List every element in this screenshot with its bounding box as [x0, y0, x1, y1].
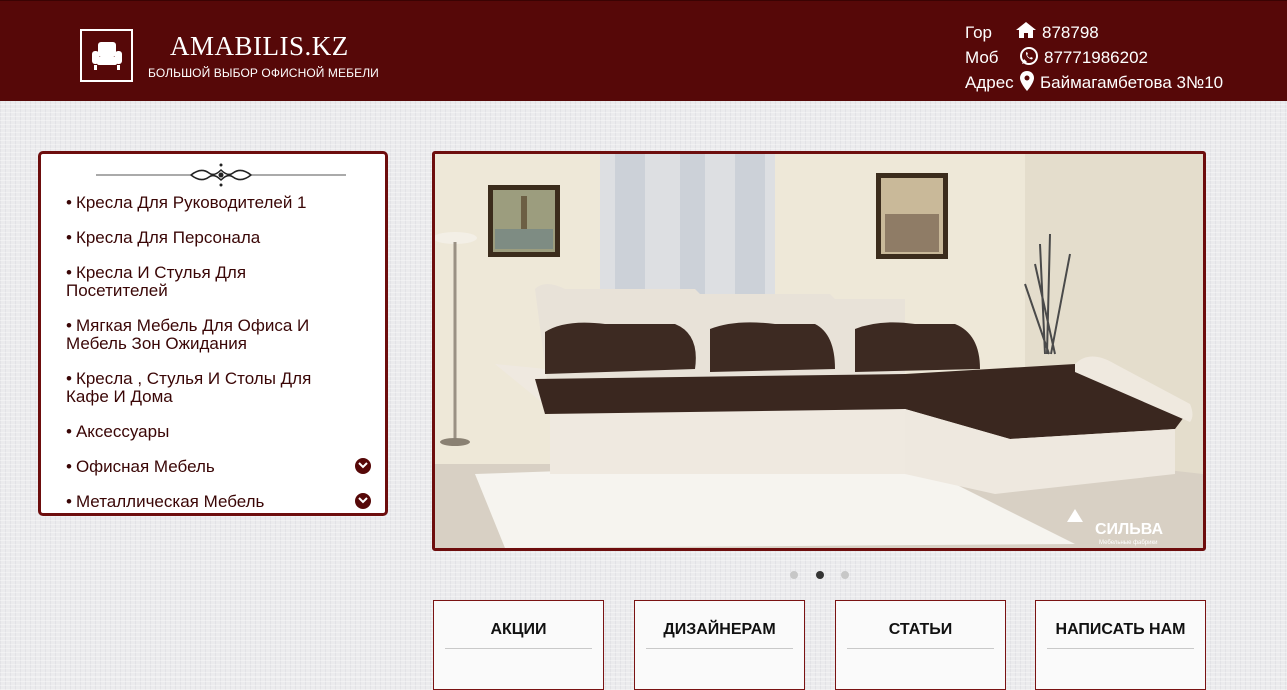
slider-dot-active[interactable]	[816, 571, 824, 579]
chevron-down-icon[interactable]	[355, 458, 371, 474]
card-divider	[646, 648, 793, 649]
slider-dot[interactable]	[841, 571, 849, 579]
menu-item-label: Кресла Для Персонала	[75, 228, 261, 247]
home-icon	[1015, 21, 1037, 44]
category-list: • Кресла Для Руководителей 1 • Кресла Для …	[66, 194, 371, 528]
menu-item-label: Кресла , Стулья И Столы Для Кафе И Дома	[66, 369, 312, 406]
menu-item-visitor-chairs[interactable]: • Кресла И Стулья Для Посетителей	[66, 264, 371, 300]
site-header: AMABILIS.KZ БОЛЬШОЙ ВЫБОР ОФИСНОЙ МЕБЕЛИ…	[0, 0, 1287, 101]
slide-watermark-sub: Мебельные фабрики	[1099, 540, 1157, 546]
contact-value[interactable]: 878798	[1042, 23, 1099, 43]
chevron-down-icon[interactable]	[355, 493, 371, 509]
logo[interactable]	[80, 29, 133, 82]
map-marker-icon	[1020, 71, 1034, 96]
slider-dot[interactable]	[790, 571, 798, 579]
card-divider	[847, 648, 994, 649]
hero-slider[interactable]: СИЛЬВА Мебельные фабрики	[432, 151, 1206, 551]
menu-item-accessories[interactable]: • Аксессуары	[66, 423, 371, 441]
menu-item-metal-furniture[interactable]: • Металлическая Мебель	[66, 493, 371, 511]
armchair-icon	[92, 42, 122, 70]
contact-value: Баймагамбетова 3№10	[1040, 73, 1224, 92]
menu-item-cafe-home[interactable]: • Кресла , Стулья И Столы Для Кафе И Дома	[66, 370, 371, 406]
ornament-divider-icon	[96, 163, 346, 187]
contact-label: Адрес	[965, 73, 1014, 92]
menu-item-label: Кресла Для Руководителей 1	[75, 193, 307, 212]
menu-item-office-furniture[interactable]: • Офисная Мебель	[66, 458, 371, 476]
brand-name[interactable]: AMABILIS.KZ	[170, 31, 349, 62]
contact-label: Гор	[965, 23, 992, 42]
menu-item-label: Аксессуары	[75, 422, 170, 441]
whatsapp-icon	[1019, 46, 1039, 71]
card-title: АКЦИИ	[490, 621, 547, 638]
menu-item-label: Офисная Мебель	[75, 457, 215, 476]
menu-item-label: Мягкая Мебель Для Офиса И Мебель Зон Ожи…	[66, 316, 310, 353]
card-title: ДИЗАЙНЕРАМ	[663, 621, 776, 638]
contact-label: Моб	[965, 48, 999, 67]
menu-item-label: Кресла И Стулья Для Посетителей	[66, 263, 247, 300]
slide-watermark: СИЛЬВА	[1095, 521, 1164, 538]
menu-item-label: Металлическая Мебель	[75, 492, 265, 511]
card-divider	[1047, 648, 1194, 649]
brand-tagline: БОЛЬШОЙ ВЫБОР ОФИСНОЙ МЕБЕЛИ	[148, 66, 379, 80]
contact-value[interactable]: 87771986202	[1044, 48, 1148, 68]
menu-item-staff-chairs[interactable]: • Кресла Для Персонала	[66, 229, 371, 247]
menu-item-soft-furniture[interactable]: • Мягкая Мебель Для Офиса И Мебель Зон Ож…	[66, 317, 371, 353]
category-menu: • Кресла Для Руководителей 1 • Кресла Для …	[38, 151, 388, 516]
card-divider	[445, 648, 592, 649]
card-title: СТАТЬИ	[888, 621, 953, 638]
card-title: НАПИСАТЬ НАМ	[1055, 621, 1186, 638]
menu-item-executive-chairs[interactable]: • Кресла Для Руководителей 1	[66, 194, 371, 212]
slide-image: СИЛЬВА Мебельные фабрики	[435, 154, 1203, 548]
